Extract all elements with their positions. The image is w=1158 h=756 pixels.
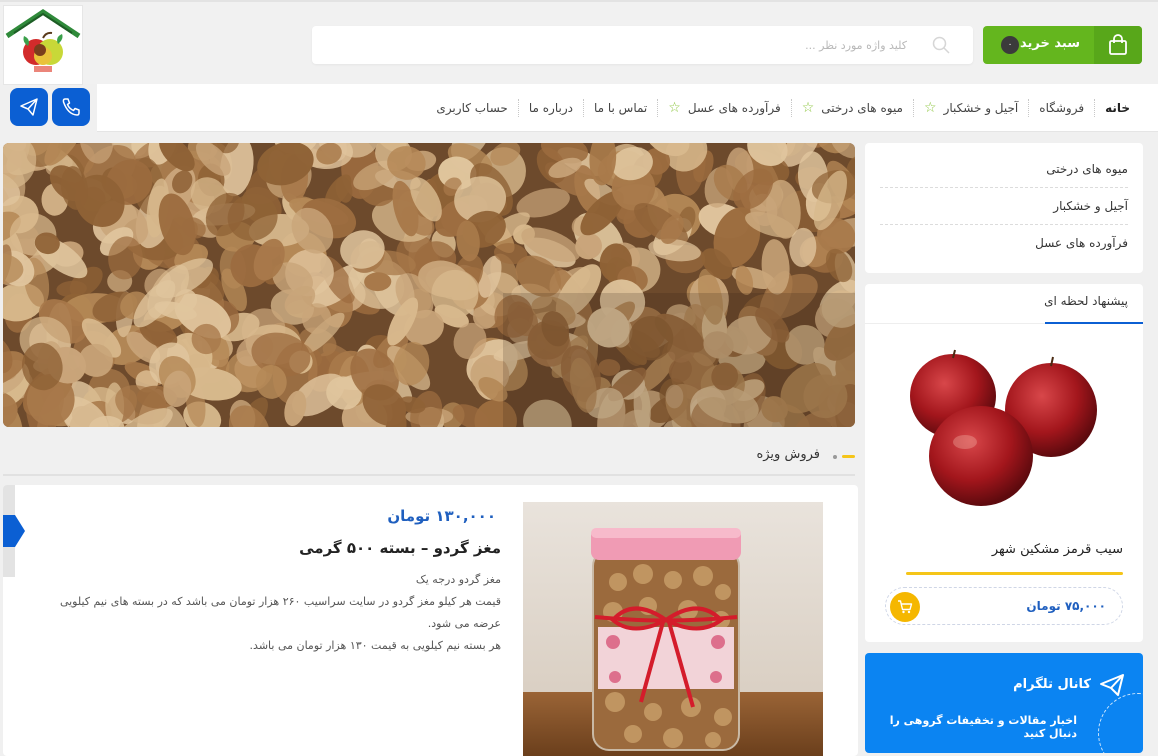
search-box [312, 26, 973, 64]
cart-count-badge: ۰ [1001, 36, 1019, 54]
category-list: میوه های درختی آجیل و خشکبار فرآورده های… [865, 143, 1143, 273]
shopping-bag-icon [1094, 26, 1142, 64]
offer-title: پیشنهاد لحظه ای [1044, 294, 1128, 308]
category-item[interactable]: میوه های درختی [880, 151, 1128, 188]
nav-item[interactable]: فرآورده های عسل ☆ [658, 84, 790, 132]
nav-item[interactable]: تماس با ما [584, 84, 657, 132]
offer-price-box: ۷۵,۰۰۰ تومان [885, 587, 1123, 625]
special-product-card: ۱۳۰,۰۰۰ تومان مغز گردو – بسته ۵۰۰ گرمی م… [3, 485, 858, 756]
product-desc-line: مغز گردو درجه یک [415, 573, 501, 586]
nav-item[interactable]: درباره ما [519, 84, 583, 132]
product-description: مغز گردو درجه یک قیمت هر کیلو مغز گردو د… [41, 569, 501, 657]
section-accent-dash [842, 455, 855, 458]
nav-item-label: فرآورده های عسل [687, 101, 781, 115]
star-icon: ☆ [801, 100, 815, 116]
add-to-cart-button[interactable] [890, 592, 920, 622]
header: سبد خرید ۰ [0, 0, 1158, 85]
product-desc-line: هر بسته نیم کیلویی به قیمت ۱۳۰ هزار توما… [249, 639, 501, 652]
instant-offer-widget: پیشنهاد لحظه ای سیب قرمز مشکین شهر ۷۵,۰۰… [865, 284, 1143, 642]
cart-button[interactable]: سبد خرید ۰ [983, 26, 1142, 64]
special-sale-header: فروش ویژه [3, 443, 855, 476]
product-desc-line: قیمت هر کیلو مغز گردو در سایت سراسیب ۲۶۰… [59, 595, 501, 630]
hero-banner[interactable] [3, 143, 855, 427]
nav-list: خانه فروشگاه آجیل و خشکبار ☆ میوه های درختی ☆… [426, 84, 1140, 132]
nav-item-label: درباره ما [528, 101, 573, 115]
product-title[interactable]: مغز گردو – بسته ۵۰۰ گرمی [299, 539, 501, 557]
phone-button[interactable] [52, 88, 90, 126]
category-item[interactable]: آجیل و خشکبار [880, 188, 1128, 225]
walnut-jar-product-image[interactable] [523, 502, 823, 756]
walnut-texture-shape [431, 269, 479, 319]
offer-title-underline [1045, 322, 1143, 324]
apple-product-image[interactable] [905, 346, 1105, 506]
telegram-icon [20, 98, 38, 116]
section-title: فروش ویژه [756, 447, 820, 462]
logo-house-apple-icon [5, 8, 81, 72]
offer-progress-bar [906, 572, 1123, 575]
cart-label: سبد خرید [1020, 36, 1080, 51]
nav-item[interactable]: میوه های درختی ☆ [792, 84, 913, 132]
telegram-icon [1100, 674, 1124, 696]
search-icon[interactable] [931, 35, 951, 55]
telegram-subtitle: اخبار مقالات و تخفیفات گروهی را دنبال کن… [889, 714, 1077, 740]
offer-product-name[interactable]: سیب قرمز مشکین شهر [992, 542, 1123, 557]
telegram-button[interactable] [10, 88, 48, 126]
category-item[interactable]: فرآورده های عسل [880, 225, 1128, 262]
walnut-banner-image [3, 143, 855, 427]
nav-item-label: آجیل و خشکبار [943, 101, 1019, 115]
product-price: ۱۳۰,۰۰۰ تومان [387, 507, 496, 525]
phone-icon [62, 98, 80, 116]
nav-item[interactable]: آجیل و خشکبار ☆ [914, 84, 1028, 132]
nav-item-label: حساب کاربری [436, 101, 508, 115]
search-input[interactable] [457, 26, 907, 64]
main-nav: خانه فروشگاه آجیل و خشکبار ☆ میوه های درختی ☆… [97, 84, 1158, 132]
telegram-channel-box[interactable]: کانال تلگرام اخبار مقالات و تخفیفات گروه… [865, 653, 1143, 753]
star-icon: ☆ [924, 100, 937, 116]
nav-item[interactable]: فروشگاه [1029, 84, 1094, 132]
slider-next-arrow-icon[interactable] [3, 515, 25, 547]
offer-header: پیشنهاد لحظه ای [865, 284, 1143, 324]
star-icon: ☆ [668, 100, 681, 116]
offer-price: ۷۵,۰۰۰ تومان [1026, 599, 1106, 613]
nav-item[interactable]: حساب کاربری [426, 84, 517, 132]
section-accent-dot [833, 455, 837, 459]
nav-item-label: تماس با ما [593, 101, 648, 115]
cart-icon [898, 600, 913, 614]
site-logo[interactable] [3, 5, 83, 85]
nav-item[interactable]: خانه [1095, 84, 1140, 132]
banner-shade [503, 293, 855, 427]
nav-item-label: میوه های درختی [821, 101, 903, 115]
nav-item-label: خانه [1105, 101, 1130, 115]
nav-item-label: فروشگاه [1039, 101, 1085, 115]
decorative-circle [1098, 693, 1143, 753]
telegram-title: کانال تلگرام [1013, 677, 1091, 692]
